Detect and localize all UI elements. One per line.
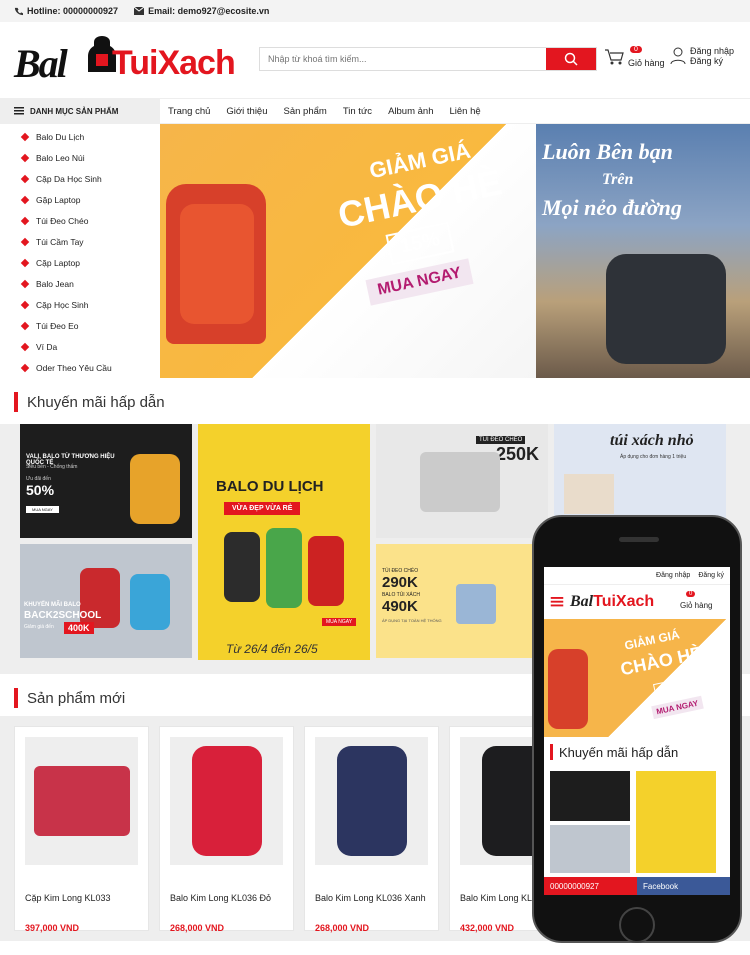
phone-header: BalTuiXach 0 Giỏ hàng bbox=[544, 585, 730, 619]
phone-hero-banner[interactable]: GIẢM GIÁ CHÀO HÈ 15% MUA NGAY bbox=[544, 619, 730, 737]
phone-topbar: Đăng nhập Đăng ký bbox=[544, 567, 730, 585]
register-link[interactable]: Đăng ký bbox=[690, 56, 734, 66]
product-name[interactable]: Balo Kim Long KL036 Đỏ bbox=[170, 893, 271, 903]
product-price: 397,000 VND bbox=[25, 923, 80, 933]
product-card[interactable]: Cặp Kim Long KL033 397,000 VND bbox=[14, 726, 149, 933]
promo-tile-tui-balo-sale[interactable]: TÚI ĐEO CHÉO 290K BALO TÚI XÁCH 490K ÁP … bbox=[376, 544, 548, 658]
cart-label: Giỏ hàng bbox=[628, 58, 665, 68]
product-swatch bbox=[336, 746, 407, 856]
phone-promo-grid bbox=[544, 767, 730, 877]
category-item[interactable]: Balo Du Lịch bbox=[0, 126, 160, 147]
sale-text: GIẢM GIÁ CHÀO HÈ 15% MUA NGAY bbox=[320, 138, 520, 306]
search-button[interactable] bbox=[546, 48, 596, 70]
login-link[interactable]: Đăng nhập bbox=[690, 46, 734, 56]
category-item[interactable]: Oder Theo Yêu Cầu bbox=[0, 357, 160, 378]
account: Đăng nhập Đăng ký bbox=[670, 46, 734, 66]
category-item[interactable]: Túi Cầm Tay bbox=[0, 231, 160, 252]
phone-home-button bbox=[619, 907, 655, 943]
nav-news[interactable]: Tin tức bbox=[343, 106, 372, 117]
phone-screen: Đăng nhập Đăng ký BalTuiXach 0 Giỏ hàng … bbox=[544, 567, 730, 895]
cart-icon bbox=[605, 49, 624, 65]
header: Bal TuiXach 0 Giỏ hàng Đăng nhậpĐăng ký bbox=[0, 22, 750, 98]
search-bar bbox=[259, 47, 597, 71]
hero-row: Balo Du Lịch Balo Leo Núi Cặp Da Học Sin… bbox=[0, 124, 750, 378]
category-list: Balo Du Lịch Balo Leo Núi Cặp Da Học Sin… bbox=[0, 124, 160, 378]
user-icon bbox=[670, 47, 686, 65]
phone-facebook-button[interactable]: Facebook bbox=[637, 877, 730, 895]
phone-promo-tile[interactable] bbox=[550, 771, 630, 821]
nav-home[interactable]: Trang chủ bbox=[168, 106, 210, 117]
category-item[interactable]: Cặp Học Sinh bbox=[0, 294, 160, 315]
hero-banner-sale[interactable]: GIẢM GIÁ CHÀO HÈ 15% MUA NGAY bbox=[160, 124, 536, 378]
phone-promo-tile[interactable] bbox=[550, 825, 630, 873]
category-item[interactable]: Cặp Da Học Sinh bbox=[0, 168, 160, 189]
category-item[interactable]: Balo Leo Núi bbox=[0, 147, 160, 168]
phone-register-link[interactable]: Đăng ký bbox=[698, 572, 724, 579]
category-menu-toggle[interactable]: DANH MỤC SẢN PHẨM bbox=[0, 98, 160, 124]
nav-contact[interactable]: Liên hệ bbox=[449, 106, 480, 117]
hero-banner-travel[interactable]: Luôn Bên bạn Trên Mọi nẻo đường bbox=[536, 124, 750, 378]
product-image[interactable] bbox=[25, 737, 138, 865]
product-swatch bbox=[33, 766, 130, 836]
category-item[interactable]: Túi Đeo Eo bbox=[0, 315, 160, 336]
category-item[interactable]: Ví Da bbox=[0, 336, 160, 357]
backpack-image bbox=[606, 254, 726, 364]
cart-count-badge: 0 bbox=[630, 46, 642, 53]
category-item[interactable]: Túi Đeo Chéo bbox=[0, 210, 160, 231]
phone-menu-icon[interactable] bbox=[550, 597, 564, 607]
product-card[interactable]: Balo Kim Long KL036 Đỏ 268,000 VND bbox=[159, 726, 294, 933]
product-price: 268,000 VND bbox=[315, 923, 370, 933]
category-item[interactable]: Cặp Laptop bbox=[0, 252, 160, 273]
product-image[interactable] bbox=[315, 737, 428, 865]
product-swatch bbox=[191, 746, 262, 856]
promo-tile-tui-deo-cheo[interactable]: TÚI ĐEO CHÉO 250K bbox=[376, 424, 548, 538]
product-image[interactable] bbox=[170, 737, 283, 865]
product-card[interactable]: Balo Kim Long KL036 Xanh 268,000 VND bbox=[304, 726, 439, 933]
section-heading-promo: Khuyến mãi hấp dẫn bbox=[0, 384, 750, 420]
product-name[interactable]: Cặp Kim Long KL033 bbox=[25, 893, 111, 903]
phone-footer-bar: 00000000927 Facebook bbox=[544, 877, 730, 895]
phone-mockup: Đăng nhập Đăng ký BalTuiXach 0 Giỏ hàng … bbox=[532, 515, 742, 943]
phone-section-heading: Khuyến mãi hấp dẫn bbox=[544, 737, 730, 767]
promo-tile-vali[interactable]: VALI, BALO TỪ THƯƠNG HIỆU QUỐC TẾ Siêu b… bbox=[20, 424, 192, 538]
phone-icon bbox=[14, 7, 23, 15]
email[interactable]: Email: demo927@ecosite.vn bbox=[134, 6, 269, 16]
cart[interactable]: 0 Giỏ hàng bbox=[604, 46, 665, 68]
promo-tile-balo-du-lich[interactable]: BALO DU LỊCH VỪA ĐẸP VỪA RẺ MUA NGAY Từ … bbox=[198, 424, 370, 660]
travel-text: Luôn Bên bạn Trên Mọi nẻo đường bbox=[542, 139, 682, 220]
backpack-pocket bbox=[180, 204, 254, 324]
person-image bbox=[130, 454, 180, 524]
phone-logo[interactable]: BalTuiXach bbox=[570, 593, 654, 611]
category-item[interactable]: Gặp Laptop bbox=[0, 189, 160, 210]
topbar: Hotline: 00000000927 Email: demo927@ecos… bbox=[0, 0, 750, 22]
nav-products[interactable]: Sản phẩm bbox=[284, 106, 327, 117]
main-nav: DANH MỤC SẢN PHẨM Trang chủ Giới thiệu S… bbox=[0, 98, 750, 124]
promo-tile-back2school[interactable]: KHUYẾN MÃI BALO BACK2SCHOOL Giảm giá đến… bbox=[20, 544, 192, 658]
logo[interactable]: Bal TuiXach bbox=[14, 30, 242, 90]
phone-promo-tile[interactable] bbox=[636, 771, 716, 873]
search-icon bbox=[564, 52, 578, 66]
search-input[interactable] bbox=[260, 48, 546, 70]
menu-icon bbox=[14, 107, 24, 115]
phone-cart-label[interactable]: Giỏ hàng bbox=[680, 601, 712, 610]
product-price: 432,000 VND bbox=[460, 923, 515, 933]
phone-hotline-button[interactable]: 00000000927 bbox=[544, 877, 637, 895]
phone-login-link[interactable]: Đăng nhập bbox=[656, 572, 690, 579]
product-price: 268,000 VND bbox=[170, 923, 225, 933]
hotline[interactable]: Hotline: 00000000927 bbox=[14, 6, 118, 16]
mail-icon bbox=[134, 7, 145, 15]
nav-album[interactable]: Album ảnh bbox=[388, 106, 433, 117]
nav-about[interactable]: Giới thiệu bbox=[226, 106, 267, 117]
product-name[interactable]: Balo Kim Long KL036 Xanh bbox=[315, 893, 426, 903]
phone-cart-badge: 0 bbox=[686, 591, 696, 597]
category-item[interactable]: Balo Jean bbox=[0, 273, 160, 294]
phone-speaker bbox=[619, 537, 659, 542]
